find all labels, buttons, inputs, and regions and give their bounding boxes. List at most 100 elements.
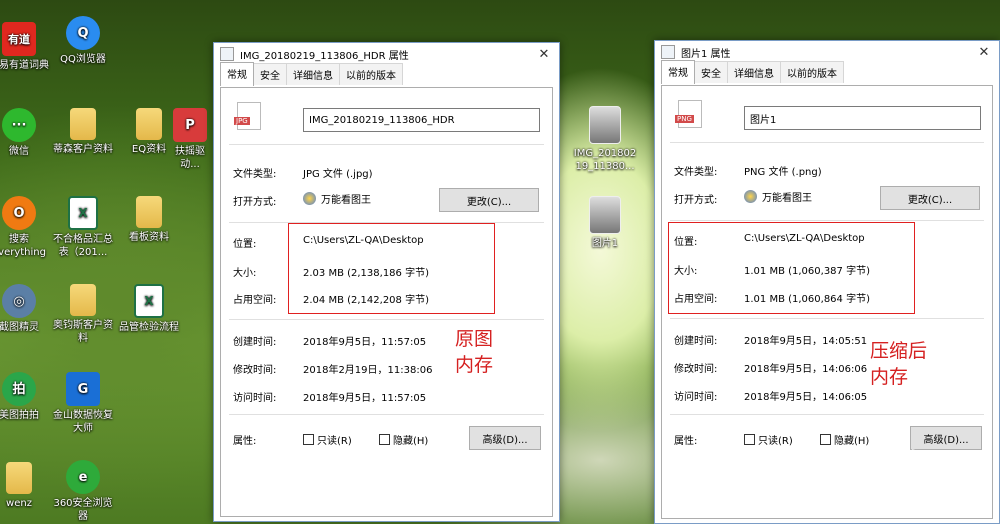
divider [229, 144, 544, 145]
close-icon[interactable]: ✕ [969, 45, 999, 60]
baidu-watermark-logo: Baidu经验 [760, 448, 917, 483]
change-button[interactable]: 更改(C)... [439, 188, 539, 212]
tab-bar: 常规 安全 详细信息 以前的版本 [655, 60, 999, 84]
desktop-icon-kingsoft-recovery[interactable]: G 金山数据恢复大师 [50, 372, 116, 435]
file-type-label: 文件类型: [674, 167, 718, 178]
dialog-title-bar[interactable]: 图片1 属性 ✕ [655, 41, 999, 63]
divider [229, 319, 544, 320]
file-icon [220, 47, 234, 61]
youdao-icon: 有道 [2, 22, 36, 56]
divider [670, 142, 984, 143]
tab-details[interactable]: 详细信息 [286, 63, 340, 85]
desktop-icon-img-jpg[interactable]: IMG_20180219_11380... [572, 106, 638, 173]
desktop-icon-folder-wenz[interactable]: wenz [0, 462, 52, 510]
fuyao-icon: P [173, 108, 207, 142]
desktop-icon-fuyao[interactable]: P 扶摇驱动... [170, 108, 210, 171]
readonly-checkbox[interactable]: 只读(R) [303, 432, 352, 447]
desktop-icon-label: 品管检验流程 [119, 322, 179, 333]
accessed-value: 2018年9月5日，11:57:05 [303, 393, 427, 404]
kingsoft-recovery-icon: G [66, 372, 100, 406]
desktop-icon-folder-dison[interactable]: 蒂森客户资料 [50, 108, 116, 156]
desktop-icon-label: 360安全浏览器 [53, 498, 113, 522]
image-thumbnail-icon [589, 106, 621, 144]
open-with-value: 万能看图王 [303, 191, 371, 206]
hidden-label: 隐藏(H) [393, 436, 429, 447]
tab-general[interactable]: 常规 [661, 60, 695, 84]
tab-security[interactable]: 安全 [694, 61, 728, 83]
created-label: 创建时间: [674, 336, 718, 347]
checkbox-box[interactable] [744, 434, 755, 445]
annotation-line: 压缩后 [870, 340, 928, 362]
desktop-icon-youdao[interactable]: 有道 网易有道词典 [0, 22, 52, 72]
desktop-icon-qq-browser[interactable]: Q QQ浏览器 [50, 16, 116, 66]
desktop-icon-meitu[interactable]: 拍 美图拍拍 [0, 372, 52, 422]
change-button[interactable]: 更改(C)... [880, 186, 980, 210]
tab-bar: 常规 安全 详细信息 以前的版本 [214, 62, 559, 86]
location-label: 位置: [233, 239, 257, 250]
checkbox-box[interactable] [379, 434, 390, 445]
screenshot-tool-icon: ◎ [2, 284, 36, 318]
desktop-icon-folder-aojun[interactable]: 奥钧斯客户资料 [50, 284, 116, 345]
desktop-icon-360-browser[interactable]: e 360安全浏览器 [50, 460, 116, 523]
desktop-icon-label: 看板资料 [129, 232, 169, 243]
annotation-line: 内存 [455, 354, 494, 376]
open-with-label: 打开方式: [674, 195, 718, 206]
created-value: 2018年9月5日，11:57:05 [303, 337, 427, 348]
modified-value: 2018年2月19日，11:38:06 [303, 365, 433, 376]
desktop-icon-label: wenz [6, 498, 32, 509]
file-type-label: 文件类型: [233, 169, 277, 180]
tab-general[interactable]: 常规 [220, 62, 254, 86]
filename-field[interactable]: IMG_20180219_113806_HDR [303, 108, 540, 132]
desktop-icon-label: 金山数据恢复大师 [53, 410, 113, 434]
desktop-icon-folder-kanban[interactable]: 看板资料 [116, 196, 182, 244]
meitu-icon: 拍 [2, 372, 36, 406]
filename-field[interactable]: 图片1 [744, 106, 981, 130]
annotation-original: 原图 内存 [455, 326, 493, 378]
desktop-icon-label: QQ浏览器 [60, 54, 106, 65]
desktop-icon-label: 不合格品汇总表（201... [53, 234, 113, 258]
tab-previous-versions[interactable]: 以前的版本 [780, 61, 844, 83]
accessed-value: 2018年9月5日，14:06:05 [744, 392, 868, 403]
folder-icon [70, 284, 96, 316]
desktop-icon-wechat[interactable]: ··· 微信 [0, 108, 52, 158]
dialog-title: IMG_20180219_113806_HDR 属性 [240, 50, 409, 62]
file-type-badge: PNG [675, 115, 694, 123]
created-value: 2018年9月5日，14:05:51 [744, 336, 868, 347]
qq-browser-icon: Q [66, 16, 100, 50]
desktop-icon-label: 搜索everything [0, 234, 46, 258]
desktop-icon-excel-qc[interactable]: X 品管检验流程 [116, 284, 182, 334]
png-file-icon: PNG [675, 100, 702, 128]
file-type-value: PNG 文件 (.png) [744, 167, 822, 178]
attributes-label: 属性: [674, 436, 698, 447]
desktop-icon-label: IMG_20180219_11380... [573, 148, 637, 172]
desktop-icon-img-png[interactable]: 图片1 [572, 196, 638, 250]
wechat-icon: ··· [2, 108, 36, 142]
checkbox-box[interactable] [303, 434, 314, 445]
desktop-icon-everything[interactable]: O 搜索everything [0, 196, 52, 259]
annotation-line: 原图 [455, 328, 494, 350]
viewer-app-icon [744, 190, 757, 203]
tab-security[interactable]: 安全 [253, 63, 287, 85]
desktop-icon-excel-nonconforming[interactable]: X 不合格品汇总表（201... [50, 196, 116, 259]
size-label: 大小: [233, 268, 257, 279]
hidden-checkbox[interactable]: 隐藏(H) [379, 432, 428, 447]
desktop-icon-screenshot[interactable]: ◎ 截图精灵 [0, 284, 52, 334]
file-type-value: JPG 文件 (.jpg) [303, 169, 373, 180]
file-icon [661, 45, 675, 59]
tab-previous-versions[interactable]: 以前的版本 [339, 63, 403, 85]
advanced-button[interactable]: 高级(D)... [469, 426, 541, 450]
annotation-line: 内存 [870, 366, 909, 388]
divider [670, 318, 984, 319]
folder-icon [136, 196, 162, 228]
modified-label: 修改时间: [233, 365, 277, 376]
desktop-icon-label: 网易有道词典 [0, 60, 49, 71]
readonly-label: 只读(R) [317, 436, 352, 447]
dialog-title-bar[interactable]: IMG_20180219_113806_HDR 属性 ✕ [214, 43, 559, 65]
folder-icon [136, 108, 162, 140]
tab-details[interactable]: 详细信息 [727, 61, 781, 83]
close-icon[interactable]: ✕ [529, 47, 559, 62]
divider [670, 414, 984, 415]
excel-icon: X [68, 196, 98, 230]
folder-icon [6, 462, 32, 494]
advanced-button[interactable]: 高级(D)... [910, 426, 982, 450]
